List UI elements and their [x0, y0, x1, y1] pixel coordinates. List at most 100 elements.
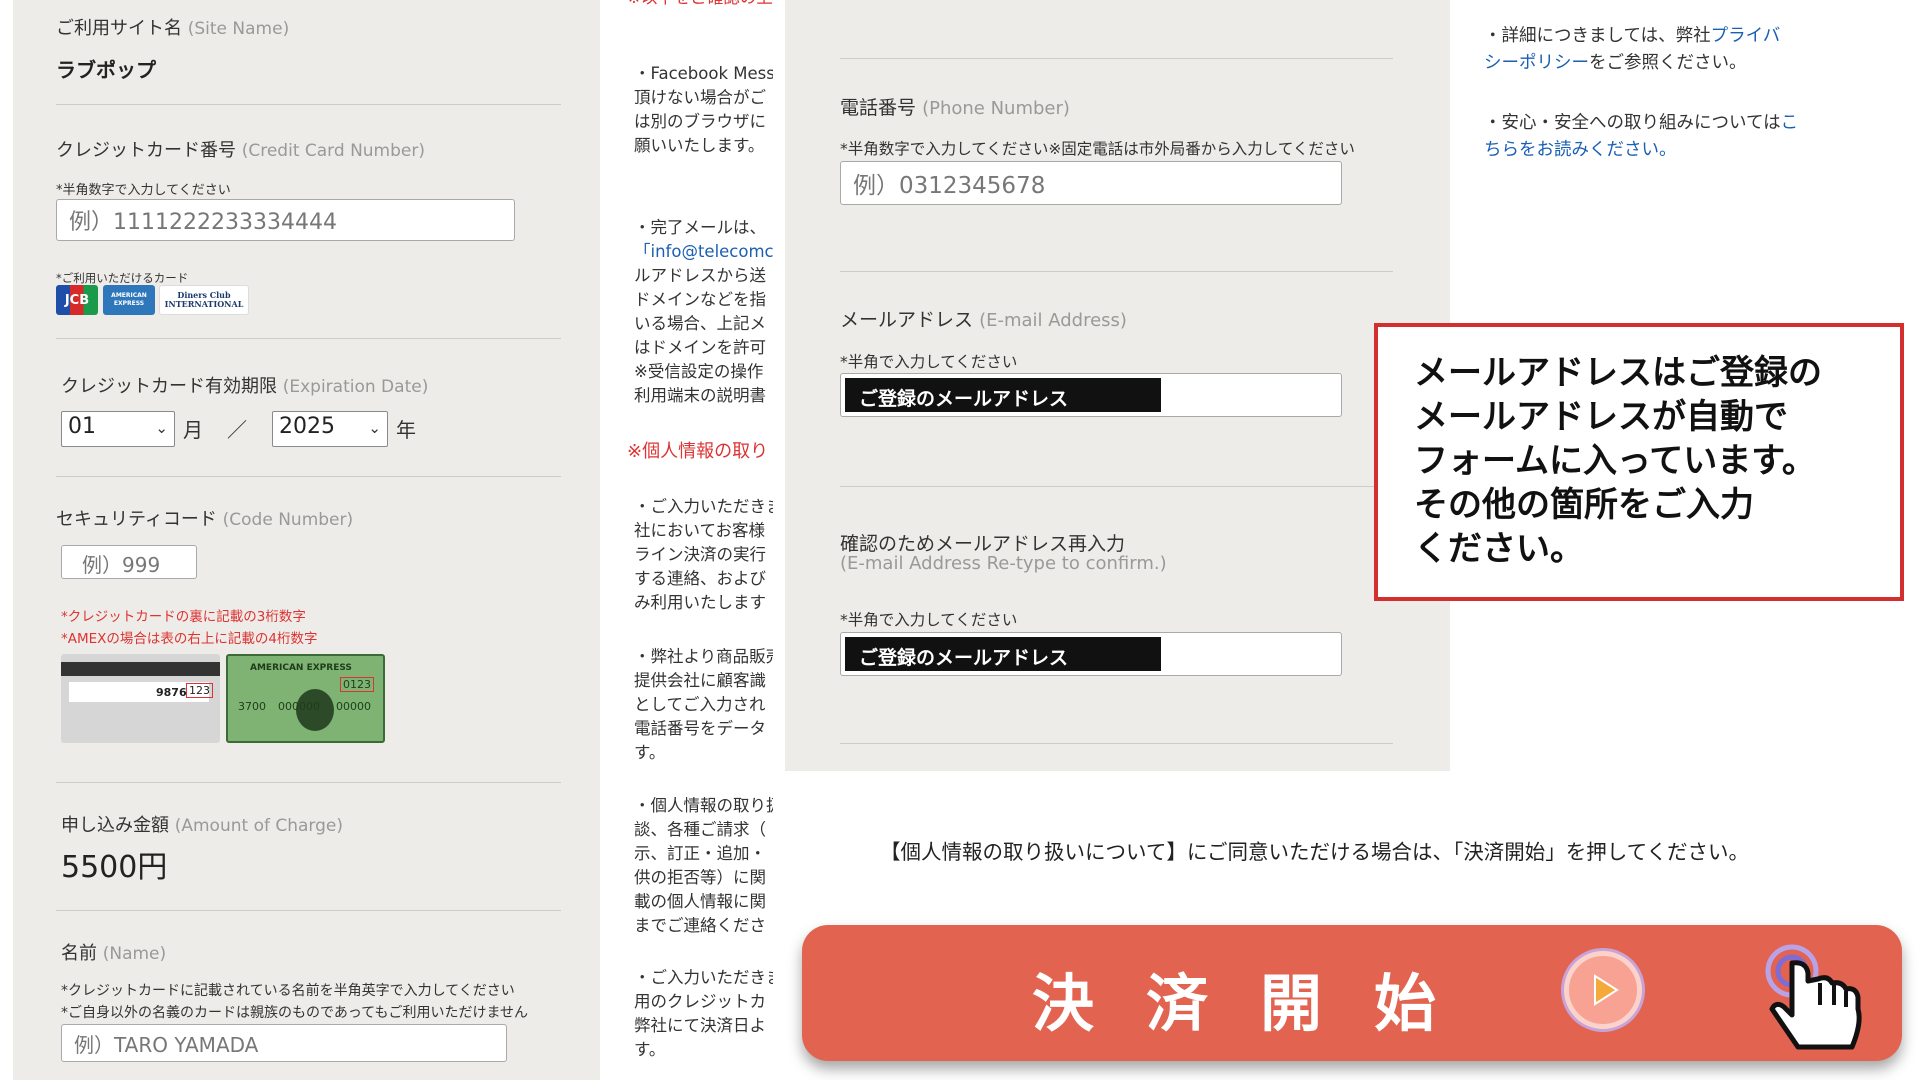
amex-logo-icon: AMERICAN EXPRESS	[103, 285, 155, 315]
name-note-1: *クレジットカードに記載されている名前を半角英字で入力してください	[61, 983, 515, 999]
callout-line: ください。	[1414, 529, 1584, 569]
notice-line: は別のブラウザに	[634, 112, 766, 131]
callout-line: その他の箇所をご入力	[1414, 485, 1754, 525]
phone-input[interactable]: 例）0312345678	[840, 161, 1342, 205]
divider	[56, 910, 561, 911]
notice-line: 供の拒否等）に関	[634, 868, 766, 887]
email-confirm-note: *半角で入力してください	[840, 611, 1018, 629]
callout-line: メールアドレスが自動で	[1414, 397, 1788, 437]
chevron-down-icon: ⌄	[368, 419, 381, 437]
jcb-logo-icon: JCB	[56, 285, 98, 315]
phone-note: *半角数字で入力してください※固定電話は市外局番から入力してください	[840, 140, 1355, 158]
site-name-value: ラブポップ	[56, 58, 156, 82]
notice-line: いる場合、上記メ	[634, 314, 766, 333]
consent-text: 【個人情報の取り扱いについて】にご同意いただける場合は、「決済開始」を押してくだ…	[880, 840, 1749, 864]
notice-line: する連絡、および	[634, 569, 766, 588]
notice-line: ・完了メールは、	[634, 218, 766, 237]
notice-line: ドメインなどを指	[634, 290, 766, 309]
notice-line: す。	[634, 743, 666, 762]
payment-form-right: 電話番号 (Phone Number) *半角数字で入力してください※固定電話は…	[785, 0, 1450, 771]
email-input[interactable]: ご登録のメールアドレス	[840, 373, 1342, 417]
start-payment-label: 決済開始	[1032, 967, 1489, 1040]
notice-line: 談、各種ご請求（	[634, 820, 766, 839]
notice-line: ・弊社より商品販売	[634, 647, 773, 666]
notice-line: 社においてお客様	[634, 521, 766, 540]
notice-line: ・個人情報の取り扱	[634, 796, 773, 815]
notice-line: までご連絡くださ	[634, 916, 766, 935]
notice-line: ルアドレスから送	[634, 266, 766, 285]
security-code-label: セキュリティコード (Code Number)	[56, 509, 354, 530]
start-payment-button[interactable]: 決済開始	[802, 925, 1902, 1061]
notice-line: 提供会社に顧客識	[634, 671, 766, 690]
card-back-illustration: 9876 123	[61, 654, 220, 743]
divider	[840, 271, 1393, 272]
chevron-down-icon: ⌄	[155, 419, 168, 437]
notice-line: ・Facebook Mess	[634, 64, 773, 83]
safety-link[interactable]: こ	[1781, 113, 1799, 133]
notice-line: 用のクレジットカ	[634, 992, 766, 1011]
notice-line: ※受信設定の操作	[634, 362, 764, 381]
email-autofill-callout: メールアドレスはご登録の メールアドレスが自動で フォームに入っています。 その…	[1374, 323, 1904, 601]
notice-line: ・ご入力いただきま	[634, 968, 773, 987]
card-number-label: クレジットカード番号 (Credit Card Number)	[56, 140, 425, 161]
name-input[interactable]: 例）TARO YAMADA	[61, 1024, 507, 1062]
pointer-hand-icon	[1765, 944, 1862, 1050]
name-label: 名前 (Name)	[61, 943, 167, 964]
notice-column: ※以下をご確認の上ご入力 ・Facebook Mess 頂けない場合がご は別の…	[600, 0, 773, 1080]
card-number-input[interactable]: 例）1111222233334444	[56, 199, 515, 241]
notice-line: 利用端末の説明書	[634, 386, 766, 405]
notice-line: 載の個人情報に関	[634, 892, 766, 911]
privacy-heading: ※個人情報の取り	[627, 441, 769, 462]
expiration-month-select[interactable]: 01 ⌄	[61, 411, 175, 447]
divider	[840, 743, 1393, 744]
notice-email-link[interactable]: 「info@telecomc	[634, 240, 773, 264]
amount-label: 申し込み金額 (Amount of Charge)	[61, 815, 343, 836]
notice-line: としてご入力され	[634, 695, 766, 714]
expiration-year-select[interactable]: 2025 ⌄	[272, 411, 388, 447]
privacy-policy-link[interactable]: プライバ	[1711, 26, 1781, 46]
notice-line: 示、訂正・追加・	[634, 844, 766, 863]
notice-line: 弊社にて決済日よ	[634, 1016, 766, 1035]
divider	[840, 486, 1393, 487]
play-icon	[1564, 951, 1642, 1029]
payment-form-left: ご利用サイト名 (Site Name) ラブポップ クレジットカード番号 (Cr…	[13, 0, 600, 1080]
divider	[56, 476, 561, 477]
privacy-policy-link-cont[interactable]: シーポリシー	[1484, 53, 1589, 73]
security-note-1: *クレジットカードの裏に記載の3桁数字	[61, 609, 306, 625]
diners-logo-icon: Diners Club INTERNATIONAL	[159, 285, 249, 315]
privacy-policy-note: ・詳細につきましては、弊社プライバ シーポリシーをご参照ください。	[1484, 26, 1781, 73]
email-autofill-value: ご登録のメールアドレス	[845, 378, 1161, 412]
card-number-note: *半角数字で入力してください	[56, 183, 231, 198]
date-separator: ／	[227, 418, 247, 442]
site-name-label: ご利用サイト名 (Site Name)	[56, 18, 290, 39]
year-unit: 年	[396, 418, 416, 442]
notice-top-red: ※以下をご確認の上ご入力	[627, 0, 773, 10]
phone-label: 電話番号 (Phone Number)	[840, 97, 1070, 119]
notice-line: ・ご入力いただきま	[634, 497, 773, 516]
callout-line: フォームに入っています。	[1414, 441, 1816, 481]
notice-line: す。	[634, 1040, 666, 1059]
email-confirm-input[interactable]: ご登録のメールアドレス	[840, 632, 1342, 676]
notice-line: はドメインを許可	[634, 338, 766, 357]
safety-link-cont[interactable]: ちらをお読みください。	[1484, 140, 1677, 160]
divider	[56, 782, 561, 783]
callout-line: メールアドレスはご登録の	[1414, 353, 1822, 393]
expiration-label: クレジットカード有効期限 (Expiration Date)	[61, 376, 429, 397]
name-note-2: *ご自身以外の名義のカードは親族のものであってもご利用いただけません	[61, 1005, 529, 1021]
notice-line: ライン決済の実行	[634, 545, 766, 564]
email-label: メールアドレス (E-mail Address)	[840, 309, 1127, 331]
email-confirm-autofill-value: ご登録のメールアドレス	[845, 637, 1161, 671]
notice-line: 電話番号をデータ	[634, 719, 766, 738]
notice-line: 願いいたします。	[634, 136, 765, 155]
month-unit: 月	[183, 418, 203, 442]
email-confirm-label-en: (E-mail Address Re-type to confirm.)	[840, 553, 1167, 574]
divider	[840, 58, 1393, 59]
divider	[56, 338, 561, 339]
divider	[56, 104, 561, 105]
security-code-input[interactable]: 例）999	[61, 545, 197, 579]
amex-front-illustration: AMERICAN EXPRESS 0123 3700 000000 00000	[226, 654, 385, 743]
security-note-2: *AMEXの場合は表の右上に記載の4桁数字	[61, 631, 318, 647]
accepted-cards-note: *ご利用いただけるカード	[56, 271, 189, 285]
amount-value: 5500円	[61, 850, 168, 885]
safety-note: ・安心・安全への取り組みについてはこ ちらをお読みください。	[1484, 113, 1799, 160]
